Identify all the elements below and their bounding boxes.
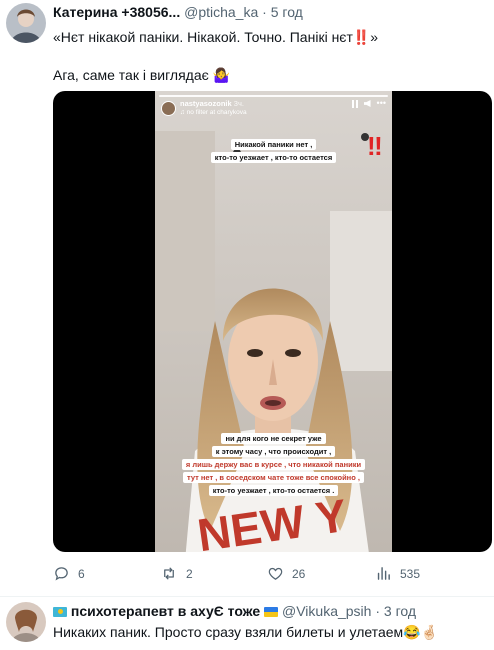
story-time: 3ч. [233,99,244,108]
retweet-icon [164,567,174,580]
caption-line: кто-то уезжает , кто-то остается . [208,485,339,496]
story-progress-bar [159,95,388,97]
author-avatar[interactable] [6,602,46,642]
author-handle[interactable]: @Vikuka_psih [282,603,371,619]
author-name[interactable]: Катерина +38056... [53,4,180,20]
tweet-text-2: Ага, саме так і виглядає [53,67,209,83]
caption-line: я лишь держу вас в курсе , что никакой п… [181,459,366,470]
dot-separator: · [262,4,267,20]
caption-line: кто-то уезжает , кто-то остается [210,152,337,163]
story-username: nastyasozonik [180,99,232,108]
tweet-text: Никаких паник. Просто сразу взяли билеты… [53,624,404,640]
dot-separator: · [375,603,381,619]
tweet-media-video[interactable]: NEW Y nastyasozonik 3ч. ♫ no filter at c… [53,91,492,552]
laughing-crossed-fingers-emoji: 😂🤞🏻 [403,624,439,640]
instagram-story-frame: NEW Y nastyasozonik 3ч. ♫ no filter at c… [155,91,392,552]
author-handle[interactable]: @pticha_ka [184,4,258,20]
views-icon [377,567,390,580]
mute-icon [363,100,371,107]
story-caption-bottom: ни для кого не секрет уже к этому часу ,… [155,433,392,496]
retweet-button[interactable]: 2 [160,565,193,582]
ukraine-flag-icon [264,607,279,617]
story-user-row: nastyasozonik 3ч. ♫ no filter at charyko… [161,99,247,117]
views-button[interactable]: 535 [375,565,420,582]
story-caption-top: Никакой паники нет , кто-то уезжает , кт… [155,139,392,163]
tweet-time[interactable]: 3 год [384,603,416,619]
tweet-text-line: Никаких паник. Просто сразу взяли билеты… [53,623,438,642]
more-icon: ••• [376,98,386,108]
author-name[interactable]: психотерапевт в ахуЄ тоже [71,603,260,619]
like-count: 26 [292,566,306,581]
story-controls: ••• [351,98,386,108]
double-exclamation-sticker: ‼ [367,131,383,161]
reply-count: 6 [78,566,85,581]
reply-icon [55,567,68,581]
story-music: ♫ no filter at charykova [180,109,247,116]
tweet-text: «Нєт нікакой паніки. Нікакой. Точно. Пан… [53,29,353,45]
tweet-1[interactable]: Катерина +38056... @pticha_ka · 5 год «Н… [0,0,494,596]
views-count: 535 [400,566,421,581]
like-button[interactable]: 26 [267,565,305,582]
tweet-time[interactable]: 5 год [271,4,303,20]
tweet-text-line1: «Нєт нікакой паніки. Нікакой. Точно. Пан… [53,28,378,47]
caption-line: ни для кого не секрет уже [221,433,326,444]
story-avatar [161,100,176,116]
tweet-text-line2: Ага, саме так і виглядає 🤷‍♀️ [53,66,230,85]
tweet-actions: 6 2 26 535 [53,565,483,585]
caption-line: тут нет , в соседском чате тоже все спок… [183,472,364,483]
pause-icon [351,100,358,108]
shrug-emoji: 🤷‍♀️ [212,67,231,83]
caption-line: Никакой паники нет , [230,139,317,150]
reply-button[interactable]: 6 [53,565,85,582]
tweet-2[interactable]: психотерапевт в ахуЄ тоже @Vikuka_psih ·… [0,597,494,650]
heart-icon [268,567,283,580]
author-avatar[interactable] [6,3,46,43]
caption-line: к этому часу , что происходит , [211,446,336,457]
double-exclamation-emoji: ‼️ [352,29,371,45]
tweet-header: Катерина +38056... @pticha_ka · 5 год [53,4,303,20]
tweet-header: психотерапевт в ахуЄ тоже @Vikuka_psih ·… [53,603,416,619]
closing-quote: » [370,29,379,45]
kazakhstan-flag-icon [53,607,67,617]
retweet-count: 2 [186,566,193,581]
